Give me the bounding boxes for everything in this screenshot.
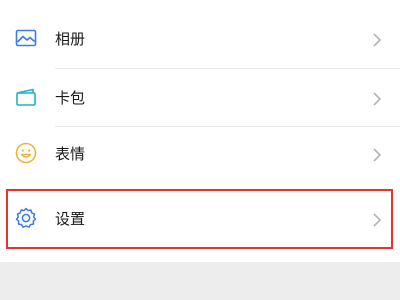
menu-item-card-wallet[interactable]: 卡包: [0, 69, 400, 127]
menu-item-album[interactable]: 相册: [0, 10, 400, 68]
photo-album-icon: [15, 29, 37, 47]
chevron-right-icon: [373, 92, 382, 106]
chevron-right-icon: [373, 148, 382, 162]
card-wallet-icon: [16, 88, 36, 106]
chevron-right-icon: [373, 213, 382, 227]
menu-item-label: 相册: [55, 30, 86, 48]
me-menu-list: 相册 卡包 表情 设置: [0, 0, 400, 262]
menu-item-label: 表情: [55, 145, 86, 163]
menu-item-label: 卡包: [55, 89, 86, 107]
menu-item-settings[interactable]: 设置: [0, 190, 400, 248]
menu-item-stickers[interactable]: 表情: [0, 125, 400, 183]
chevron-right-icon: [373, 33, 382, 47]
gear-icon: [15, 207, 37, 228]
menu-item-label: 设置: [55, 210, 86, 228]
emoji-smile-icon: [15, 142, 37, 164]
